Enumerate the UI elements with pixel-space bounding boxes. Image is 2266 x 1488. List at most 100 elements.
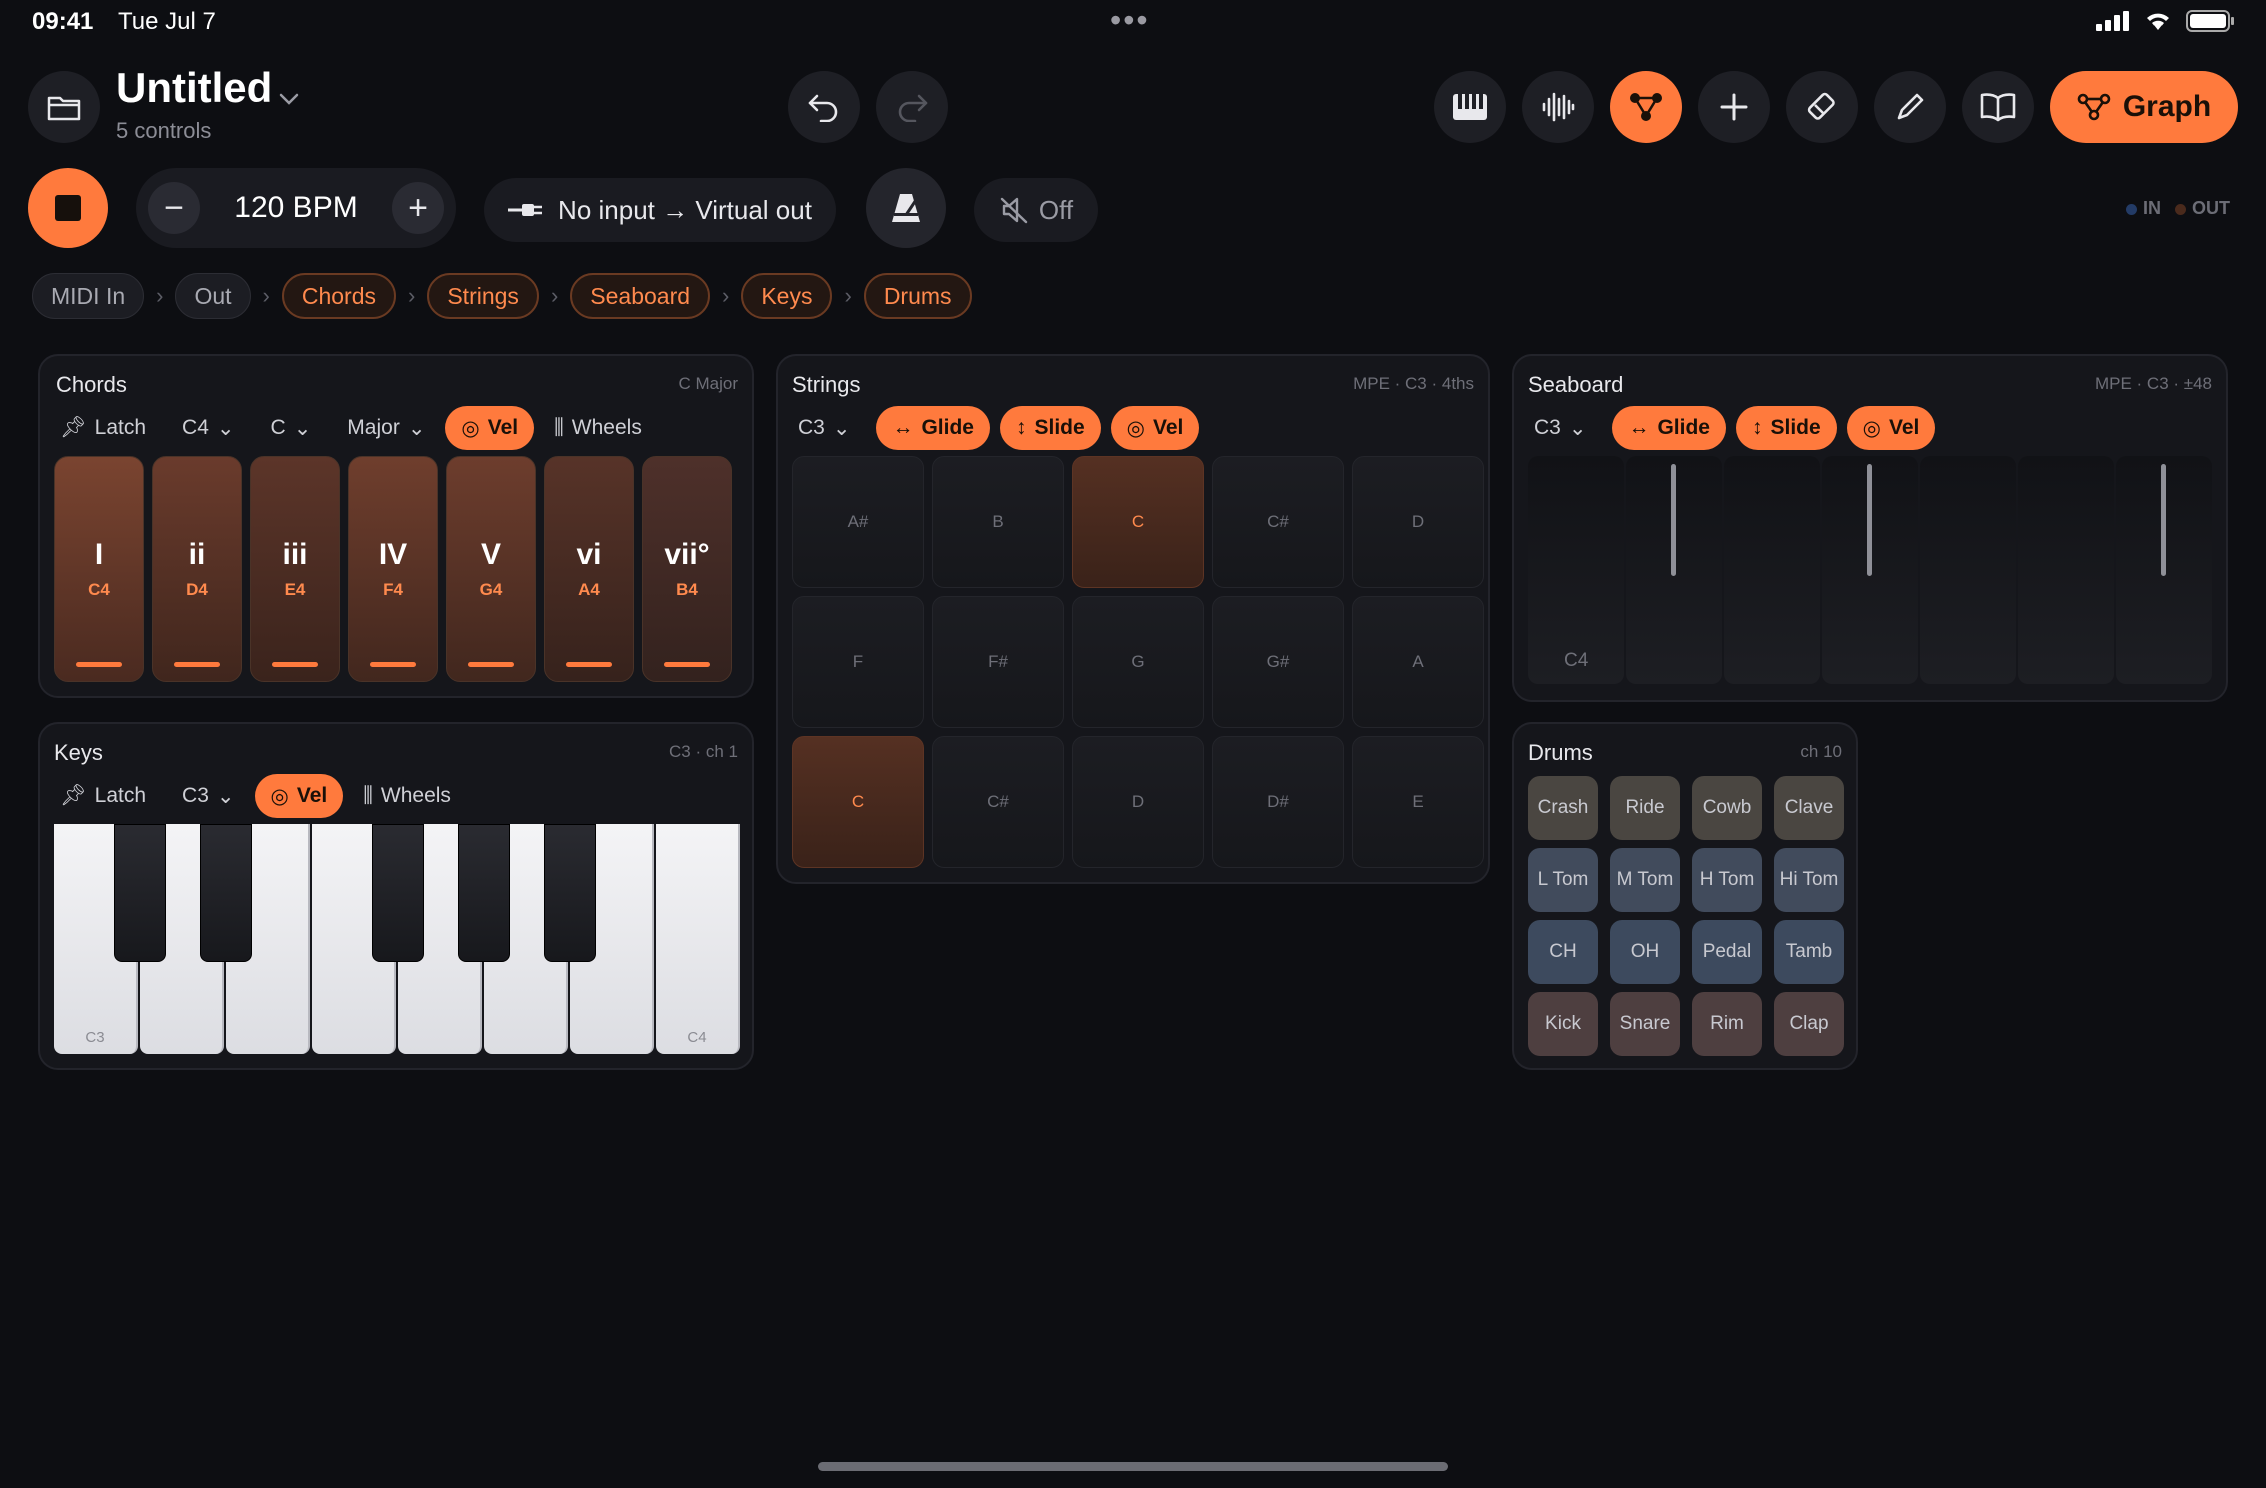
string-cell[interactable]: C# bbox=[1212, 456, 1344, 588]
drum-pad[interactable]: Ride bbox=[1610, 776, 1680, 840]
string-cell[interactable]: A# bbox=[792, 456, 924, 588]
black-key[interactable] bbox=[372, 824, 424, 962]
crumb-seaboard[interactable]: Seaboard bbox=[570, 273, 711, 319]
string-cell[interactable]: E bbox=[1352, 736, 1484, 868]
metronome-sound-toggle[interactable]: Off bbox=[974, 178, 1098, 242]
undo-button[interactable] bbox=[788, 71, 860, 143]
wheels-toggle[interactable]: ⫼ Wheels bbox=[538, 406, 658, 450]
black-key[interactable] bbox=[200, 824, 252, 962]
drum-pad[interactable]: Snare bbox=[1610, 992, 1680, 1056]
chord-pad[interactable]: vii° B4 bbox=[642, 456, 732, 682]
black-key[interactable] bbox=[458, 824, 510, 962]
drum-pad[interactable]: Rim bbox=[1692, 992, 1762, 1056]
scale-select[interactable]: Major ⌄ bbox=[331, 406, 441, 450]
latch-toggle[interactable]: 📌︎ Latch bbox=[44, 406, 162, 450]
string-cell[interactable]: G bbox=[1072, 596, 1204, 728]
tempo-increase-button[interactable]: + bbox=[392, 182, 444, 234]
graph-view-button[interactable] bbox=[1610, 71, 1682, 143]
crumb-drums[interactable]: Drums bbox=[863, 273, 972, 319]
keyboard-view-button[interactable] bbox=[1434, 71, 1506, 143]
stop-button[interactable] bbox=[28, 168, 108, 248]
chord-pad[interactable]: IV F4 bbox=[348, 456, 438, 682]
library-button[interactable] bbox=[1962, 71, 2034, 143]
velocity-toggle[interactable]: ◎ Vel bbox=[1110, 406, 1200, 450]
black-key[interactable] bbox=[544, 824, 596, 962]
add-control-button[interactable] bbox=[1698, 71, 1770, 143]
string-cell[interactable]: C bbox=[1072, 456, 1204, 588]
drum-pad[interactable]: OH bbox=[1610, 920, 1680, 984]
crumb-chords[interactable]: Chords bbox=[281, 273, 397, 319]
chevron-down-icon[interactable] bbox=[278, 92, 300, 106]
redo-button[interactable] bbox=[876, 71, 948, 143]
glide-toggle[interactable]: ↔ Glide bbox=[876, 406, 990, 450]
drum-pad[interactable]: Cowb bbox=[1692, 776, 1762, 840]
chord-pad[interactable]: V G4 bbox=[446, 456, 536, 682]
root-select[interactable]: C3 ⌄ bbox=[166, 774, 250, 818]
drum-pad[interactable]: CH bbox=[1528, 920, 1598, 984]
drum-pad[interactable]: L Tom bbox=[1528, 848, 1598, 912]
string-cell[interactable]: G# bbox=[1212, 596, 1344, 728]
velocity-toggle[interactable]: ◎ Vel bbox=[445, 406, 535, 450]
seaboard-key[interactable] bbox=[1822, 456, 1918, 684]
crumb-out[interactable]: Out bbox=[175, 273, 251, 319]
tempo-value[interactable]: 120 BPM bbox=[234, 191, 357, 225]
latch-toggle[interactable]: 📌︎ Latch bbox=[44, 774, 162, 818]
glide-toggle[interactable]: ↔ Glide bbox=[1612, 406, 1726, 450]
string-cell[interactable]: F bbox=[792, 596, 924, 728]
drum-pad[interactable]: Crash bbox=[1528, 776, 1598, 840]
crumb-strings[interactable]: Strings bbox=[427, 273, 539, 319]
seaboard-key[interactable] bbox=[1724, 456, 1820, 684]
chord-pad[interactable]: iii E4 bbox=[250, 456, 340, 682]
drum-pad[interactable]: Clave bbox=[1774, 776, 1844, 840]
velocity-toggle[interactable]: ◎ Vel bbox=[254, 774, 344, 818]
edit-button[interactable] bbox=[1874, 71, 1946, 143]
string-cell[interactable]: A bbox=[1352, 596, 1484, 728]
drum-pad[interactable]: Clap bbox=[1774, 992, 1844, 1056]
string-cell[interactable]: D# bbox=[1212, 736, 1344, 868]
string-cell[interactable]: D bbox=[1352, 456, 1484, 588]
velocity-icon: ◎ bbox=[1126, 416, 1145, 440]
tempo-decrease-button[interactable]: − bbox=[148, 182, 200, 234]
slide-toggle[interactable]: ↕ Slide bbox=[999, 406, 1101, 450]
eraser-button[interactable] bbox=[1786, 71, 1858, 143]
drum-pad[interactable]: Pedal bbox=[1692, 920, 1762, 984]
root-select[interactable]: C3 ⌄ bbox=[1518, 406, 1602, 450]
white-key[interactable]: C4 bbox=[656, 824, 740, 1054]
graph-button[interactable]: Graph bbox=[2050, 71, 2238, 143]
chord-pad[interactable]: I C4 bbox=[54, 456, 144, 682]
crumb-midi-in[interactable]: MIDI In bbox=[32, 273, 145, 319]
seaboard-key[interactable] bbox=[1920, 456, 2016, 684]
root-select[interactable]: C4 ⌄ bbox=[166, 406, 250, 450]
home-indicator[interactable] bbox=[818, 1462, 1448, 1471]
drum-pad[interactable]: M Tom bbox=[1610, 848, 1680, 912]
string-cell[interactable]: F# bbox=[932, 596, 1064, 728]
root-select[interactable]: C3 ⌄ bbox=[782, 406, 866, 450]
black-key[interactable] bbox=[114, 824, 166, 962]
wheels-toggle[interactable]: ⫼ Wheels bbox=[347, 774, 467, 818]
string-cell[interactable]: C# bbox=[932, 736, 1064, 868]
key-select[interactable]: C ⌄ bbox=[255, 406, 328, 450]
seaboard-key[interactable]: C4 bbox=[1528, 456, 1624, 684]
seaboard-key[interactable] bbox=[2116, 456, 2212, 684]
drum-pad[interactable]: Tamb bbox=[1774, 920, 1844, 984]
drum-pad[interactable]: Kick bbox=[1528, 992, 1598, 1056]
multitask-dots[interactable]: ••• bbox=[1110, 2, 1150, 39]
crumb-keys[interactable]: Keys bbox=[741, 273, 833, 319]
velocity-toggle[interactable]: ◎ Vel bbox=[1846, 406, 1936, 450]
midi-routing-button[interactable]: No input → Virtual out bbox=[484, 178, 836, 242]
waveform-view-button[interactable] bbox=[1522, 71, 1594, 143]
slide-toggle[interactable]: ↕ Slide bbox=[1735, 406, 1837, 450]
metronome-button[interactable] bbox=[866, 168, 946, 248]
drum-pad[interactable]: Hi Tom bbox=[1774, 848, 1844, 912]
string-cell[interactable]: B bbox=[932, 456, 1064, 588]
files-button[interactable] bbox=[28, 71, 100, 143]
seaboard-key[interactable] bbox=[1626, 456, 1722, 684]
string-cell[interactable]: D bbox=[1072, 736, 1204, 868]
string-cell[interactable]: C bbox=[792, 736, 924, 868]
chord-pad[interactable]: ii D4 bbox=[152, 456, 242, 682]
seaboard-key[interactable] bbox=[2018, 456, 2114, 684]
drum-pad[interactable]: H Tom bbox=[1692, 848, 1762, 912]
tempo-control: − 120 BPM + bbox=[136, 168, 456, 248]
chord-pad[interactable]: vi A4 bbox=[544, 456, 634, 682]
document-title[interactable]: Untitled bbox=[116, 64, 272, 112]
